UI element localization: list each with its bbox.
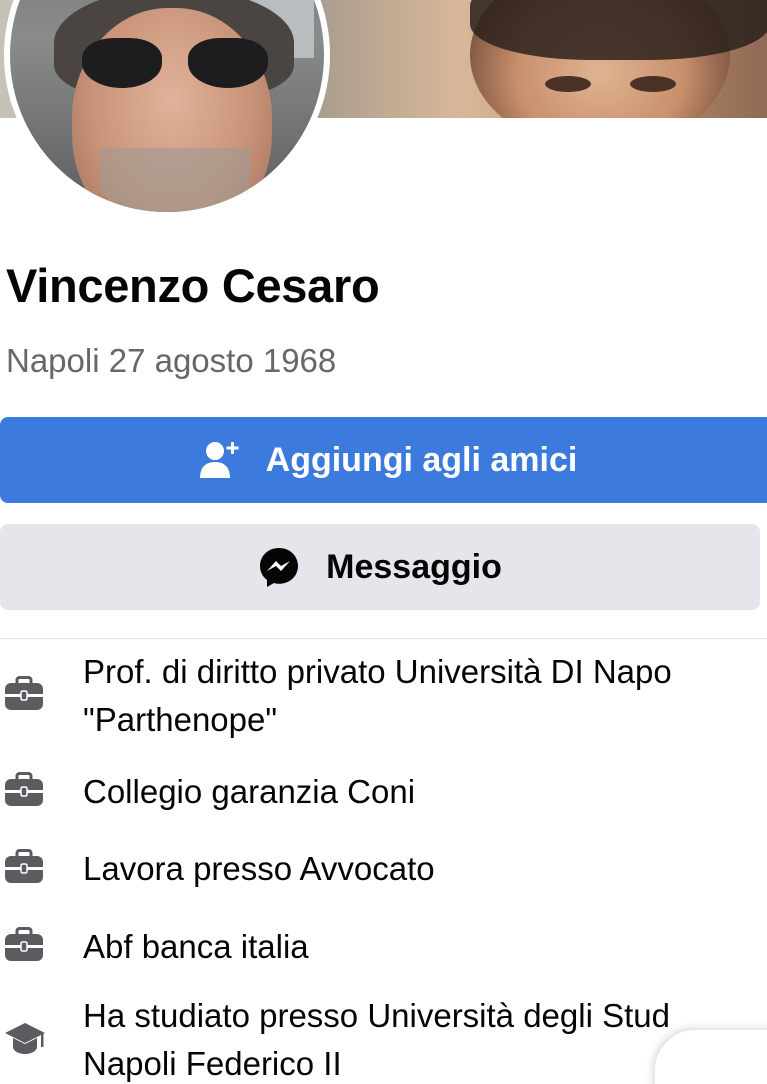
avatar-beard: [100, 148, 250, 212]
avatar-sunglasses: [82, 38, 272, 88]
briefcase-icon: [4, 772, 44, 813]
section-divider: [0, 638, 767, 639]
add-friend-icon: [198, 440, 240, 480]
profile-name: Vincenzo Cesaro: [6, 259, 380, 312]
profile-avatar[interactable]: [4, 0, 330, 218]
message-button[interactable]: Messaggio: [0, 524, 760, 610]
briefcase-icon: [4, 849, 44, 890]
profile-page: Vincenzo Cesaro Napoli 27 agosto 1968 Ag…: [0, 0, 767, 1084]
cover-hair: [470, 0, 767, 60]
message-label: Messaggio: [326, 547, 502, 586]
info-text: Collegio garanzia Coni: [83, 773, 416, 810]
briefcase-icon: [4, 676, 44, 717]
avatar-photo: [10, 0, 324, 212]
profile-subtitle: Napoli 27 agosto 1968: [6, 342, 337, 379]
avatar-lens-right: [188, 38, 268, 88]
graduation-cap-icon: [4, 1020, 46, 1063]
add-friend-label: Aggiungi agli amici: [265, 440, 578, 479]
messenger-icon: [258, 546, 300, 588]
cover-eye-left: [545, 76, 591, 92]
info-text: Prof. di diritto privato Università DI N…: [83, 653, 672, 690]
cover-eye-right: [630, 76, 676, 92]
info-text: Lavora presso Avvocato: [83, 850, 435, 887]
info-text-continued: "Parthenope": [83, 701, 278, 738]
add-friend-button[interactable]: Aggiungi agli amici: [0, 417, 767, 503]
info-text: Abf banca italia: [83, 928, 309, 965]
bottom-overlay-card: [655, 1030, 767, 1084]
briefcase-icon: [4, 927, 44, 968]
info-text: Ha studiato presso Università degli Stud: [83, 997, 670, 1034]
avatar-lens-left: [82, 38, 162, 88]
info-text-continued: Napoli Federico II: [83, 1045, 342, 1082]
